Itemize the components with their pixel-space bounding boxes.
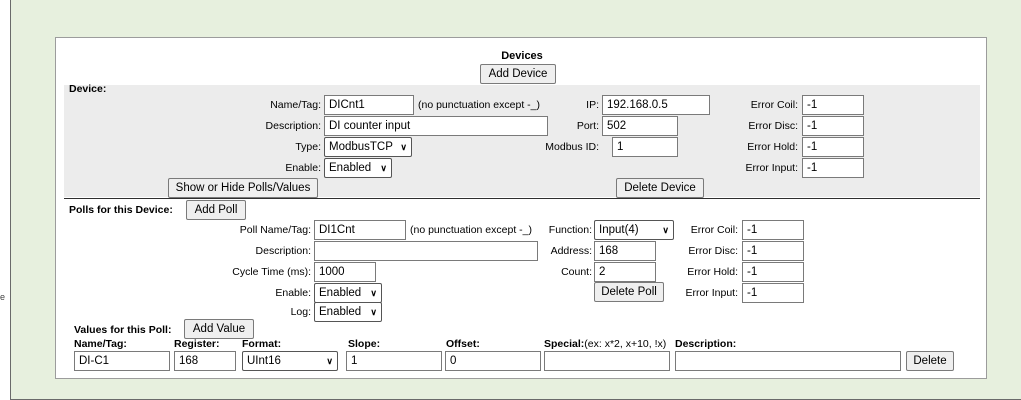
device-name-label: Name/Tag: — [270, 99, 321, 111]
devices-panel: Devices Add Device Device: Name/Tag: (no… — [55, 37, 987, 379]
poll-error-disc-input[interactable] — [742, 241, 804, 261]
device-name-input[interactable] — [324, 95, 414, 115]
col-special-title: Special: — [544, 338, 585, 350]
device-type-label: Type: — [295, 141, 321, 153]
poll-error-hold-input[interactable] — [742, 262, 804, 282]
value-name-input[interactable] — [74, 351, 170, 371]
poll-log-value: Enabled — [319, 306, 362, 318]
poll-enable-label: Enable: — [275, 287, 311, 299]
col-name-header: Name/Tag: — [74, 338, 127, 350]
col-description-header: Description: — [675, 338, 737, 350]
device-error-hold-label: Error Hold: — [747, 141, 798, 153]
value-format-value: UInt16 — [247, 355, 281, 367]
col-slope-header: Slope: — [348, 338, 381, 350]
poll-function-label: Function: — [548, 224, 592, 236]
section-divider — [64, 198, 980, 199]
value-offset-input[interactable] — [445, 351, 541, 371]
value-format-select[interactable]: UInt16 ∨ — [242, 351, 338, 371]
poll-cycle-time-input[interactable] — [314, 262, 376, 282]
device-enable-value: Enabled — [329, 162, 372, 174]
poll-description-label: Description: — [255, 245, 311, 257]
device-modbus-id-label: Modbus ID: — [545, 141, 599, 153]
poll-count-input[interactable] — [594, 262, 656, 282]
device-type-value: ModbusTCP — [329, 141, 393, 153]
poll-error-disc-label: Error Disc: — [688, 245, 738, 257]
poll-name-input[interactable] — [314, 220, 406, 240]
add-poll-button[interactable]: Add Poll — [186, 200, 246, 220]
show-hide-polls-button[interactable]: Show or Hide Polls/Values — [168, 178, 318, 198]
device-modbus-id-input[interactable] — [612, 137, 678, 157]
col-special-header: Special:(ex: x*2, x+10, !x) — [544, 338, 666, 350]
chevron-down-icon: ∨ — [400, 142, 407, 152]
poll-function-select[interactable]: Input(4) ∨ — [594, 220, 674, 240]
chevron-down-icon: ∨ — [380, 163, 387, 173]
device-error-coil-label: Error Coil: — [750, 99, 798, 111]
device-error-disc-input[interactable] — [802, 116, 864, 136]
chevron-down-icon: ∨ — [326, 356, 333, 366]
value-special-input[interactable] — [544, 351, 670, 371]
page-title: Devices — [501, 50, 543, 62]
add-device-button[interactable]: Add Device — [480, 64, 556, 84]
device-error-coil-input[interactable] — [802, 95, 864, 115]
poll-enable-select[interactable]: Enabled ∨ — [314, 283, 382, 303]
col-offset-header: Offset: — [446, 338, 480, 350]
delete-device-button[interactable]: Delete Device — [616, 178, 704, 198]
add-value-button[interactable]: Add Value — [184, 319, 254, 339]
device-error-input-label: Error Input: — [745, 162, 798, 174]
poll-function-value: Input(4) — [599, 224, 639, 236]
device-enable-label: Enable: — [285, 162, 321, 174]
poll-error-input-label: Error Input: — [685, 287, 738, 299]
polls-section-label: Polls for this Device: — [69, 204, 173, 216]
device-ip-input[interactable] — [602, 95, 710, 115]
delete-value-button[interactable]: Delete — [906, 351, 954, 371]
poll-log-select[interactable]: Enabled ∨ — [314, 302, 382, 322]
col-special-hint: (ex: x*2, x+10, !x) — [584, 338, 667, 350]
value-register-input[interactable] — [174, 351, 236, 371]
poll-cycle-time-label: Cycle Time (ms): — [232, 266, 311, 278]
poll-error-hold-label: Error Hold: — [687, 266, 738, 278]
edge-marker: e — [0, 292, 6, 302]
values-section-label: Values for this Poll: — [74, 324, 172, 336]
poll-description-input[interactable] — [314, 241, 538, 261]
col-format-header: Format: — [242, 338, 282, 350]
poll-address-label: Address: — [550, 245, 592, 257]
device-description-label: Description: — [265, 120, 321, 132]
value-slope-input[interactable] — [346, 351, 442, 371]
poll-error-coil-input[interactable] — [742, 220, 804, 240]
device-type-select[interactable]: ModbusTCP ∨ — [324, 137, 412, 157]
device-error-input-input[interactable] — [802, 158, 864, 178]
poll-error-input-input[interactable] — [742, 283, 804, 303]
poll-name-label: Poll Name/Tag: — [239, 224, 311, 236]
poll-name-hint: (no punctuation except -_) — [410, 224, 532, 236]
poll-enable-value: Enabled — [319, 287, 362, 299]
poll-error-coil-label: Error Coil: — [690, 224, 738, 236]
value-description-input[interactable] — [675, 351, 901, 371]
device-section-label: Device: — [69, 83, 107, 95]
device-port-label: Port: — [576, 120, 599, 132]
col-register-header: Register: — [174, 338, 220, 350]
device-error-hold-input[interactable] — [802, 137, 864, 157]
device-port-input[interactable] — [602, 116, 678, 136]
device-ip-label: IP: — [586, 99, 599, 111]
device-enable-select[interactable]: Enabled ∨ — [324, 158, 392, 178]
device-error-disc-label: Error Disc: — [748, 120, 798, 132]
chevron-down-icon: ∨ — [370, 288, 377, 298]
poll-count-label: Count: — [561, 266, 592, 278]
chevron-down-icon: ∨ — [370, 307, 377, 317]
poll-address-input[interactable] — [594, 241, 656, 261]
delete-poll-button[interactable]: Delete Poll — [594, 282, 664, 302]
